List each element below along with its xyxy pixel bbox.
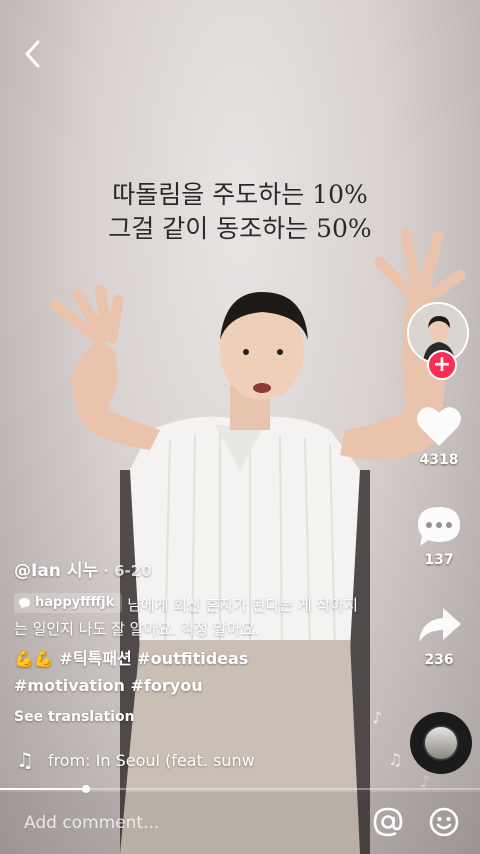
smiley-icon [429,807,459,837]
creator-username[interactable]: @Ian 시누 [14,561,98,581]
progress-bar[interactable] [0,785,480,793]
emoji-text: 💪💪 [14,649,54,668]
share-button[interactable]: 236 [404,604,474,668]
emoji-button[interactable] [428,806,460,838]
reply-username: happyffffjk [35,595,115,610]
comment-bubble-icon [418,507,460,546]
creator-avatar-button[interactable]: + [407,302,469,380]
hashtags: 💪💪 #틱톡패션 #outfitideas #motivation #foryo… [14,645,364,699]
post-date: · 6-20 [103,562,152,580]
comment-button[interactable]: 137 [404,504,474,568]
comment-bar [0,792,480,854]
like-count: 4318 [419,452,459,468]
see-translation-link[interactable]: See translation [14,709,364,725]
mention-button[interactable] [372,806,404,838]
comment-input[interactable] [22,812,326,834]
music-info[interactable]: ♫ from: In Seoul (feat. sunw [16,748,266,772]
share-count: 236 [424,652,454,668]
overlay-line-1: 따돌림을 주도하는 10% [112,180,368,209]
hashtag-line-2[interactable]: #motivation #foryou [14,672,364,699]
reply-text-block: happyffffjk 님에게 회신 혼자가 된다는 게 작아지는 일인지 나도… [14,593,364,641]
heart-icon [417,407,461,446]
follow-plus-button[interactable]: + [427,350,457,380]
overlay-line-2: 그걸 같이 동조하는 50% [108,214,372,243]
back-button[interactable] [18,38,46,70]
speech-bubble-icon [19,598,30,609]
sound-cover [425,727,457,759]
comment-count: 137 [424,552,454,568]
sound-disc-button[interactable] [410,712,472,774]
music-title: from: In Seoul (feat. sunw [47,750,255,770]
music-note-icon: ♪ [372,708,383,727]
chevron-left-icon [25,40,40,68]
like-button[interactable]: 4318 [404,404,474,468]
at-sign-icon [373,807,403,837]
reply-chip[interactable]: happyffffjk [14,593,123,613]
caption: @Ian 시누 · 6-20 happyffffjk 님에게 회신 혼자가 된다… [14,556,364,725]
progress-fill [0,788,87,790]
video-overlay-text: 따돌림을 주도하는 10% 그걸 같이 동조하는 50% [0,178,480,246]
share-arrow-icon [419,608,461,642]
music-note-icon: ♫ [16,748,34,772]
music-note-icon: ♫ [388,750,403,769]
hashtag-line-1[interactable]: #틱톡패션 #outfitideas [59,649,248,668]
